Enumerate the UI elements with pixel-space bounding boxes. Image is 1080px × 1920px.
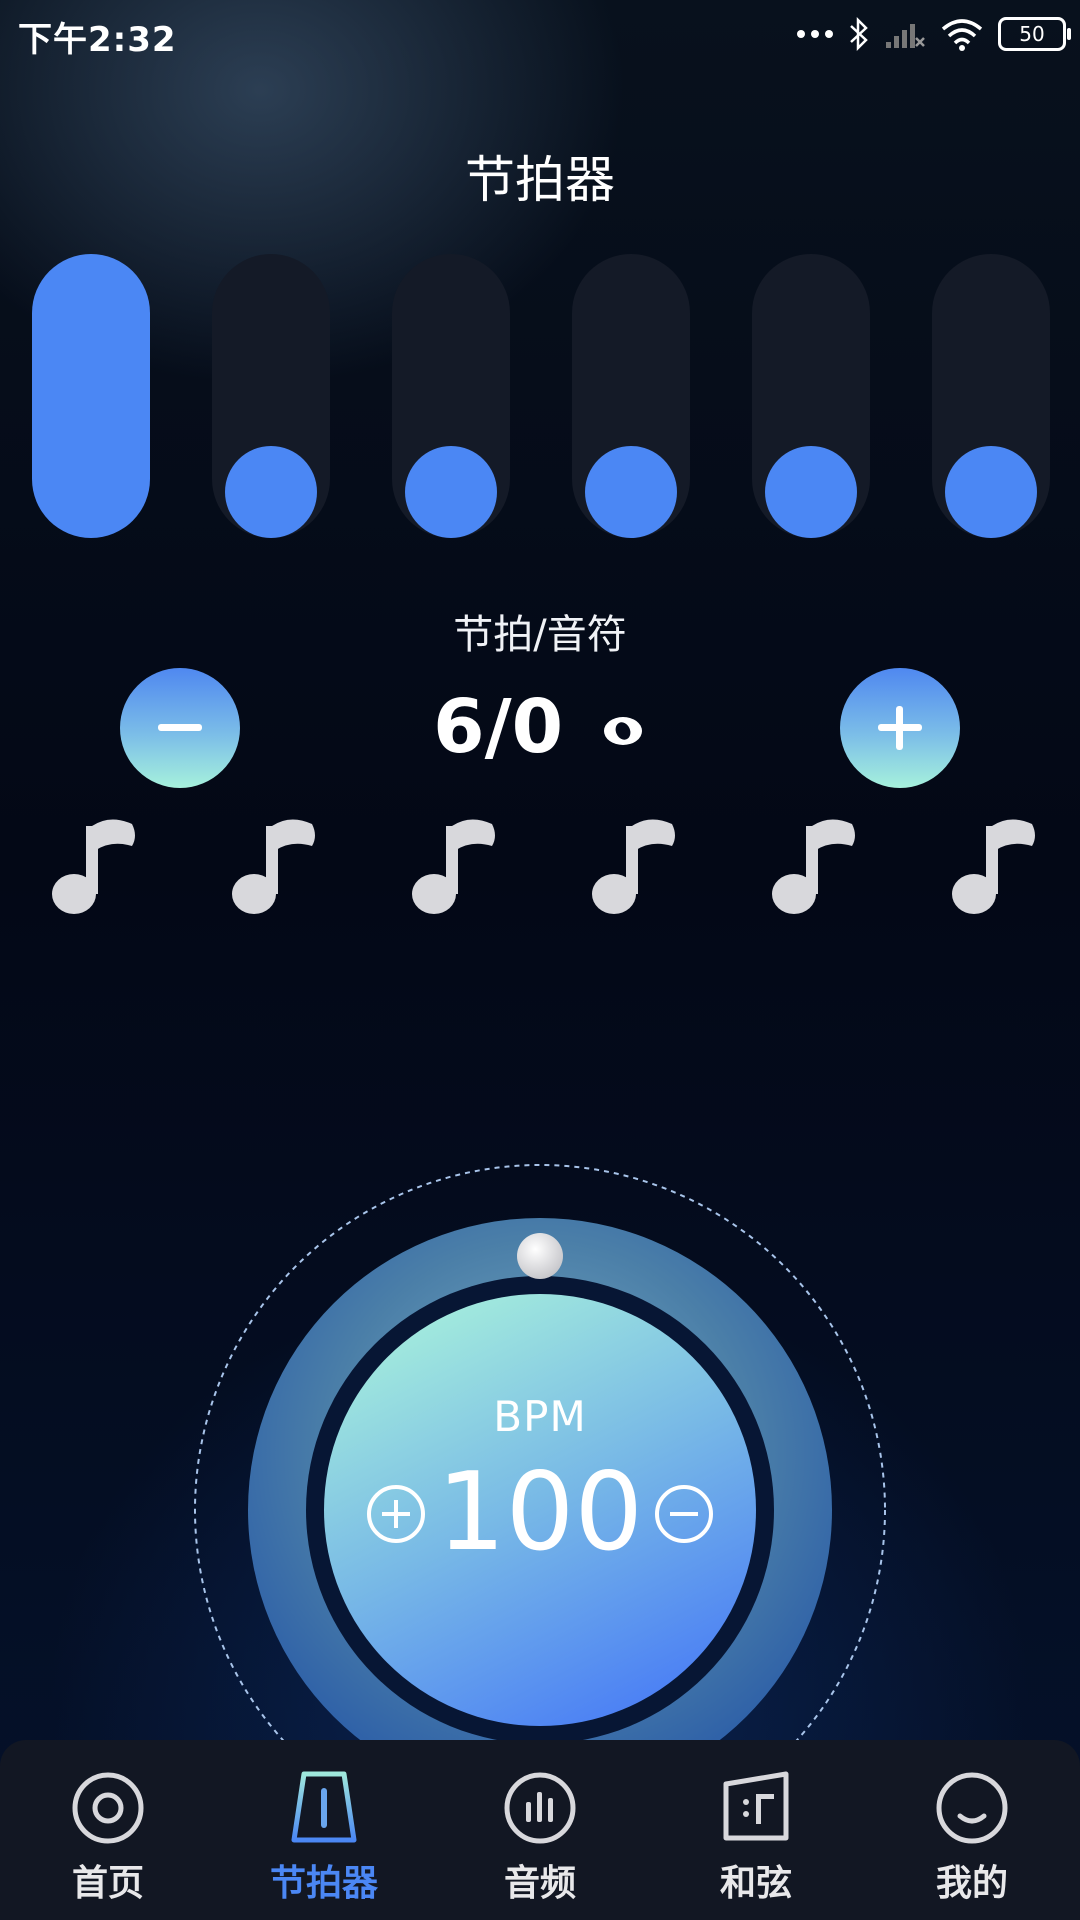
- nav-label-home: 首页: [71, 1863, 144, 1904]
- music-note-icon[interactable]: [590, 812, 680, 918]
- beat-note-label: 节拍/音符: [453, 612, 627, 658]
- music-note-icon[interactable]: [230, 812, 320, 918]
- increase-beats-button[interactable]: [840, 668, 960, 788]
- nav-label-audio: 音频: [503, 1863, 576, 1904]
- music-note-icon[interactable]: [410, 812, 500, 918]
- more-dots-icon: [797, 30, 833, 38]
- wifi-icon: [941, 19, 983, 51]
- beat-level-dot: [585, 446, 677, 538]
- beat-level-dot: [765, 446, 857, 538]
- beat-bar-2[interactable]: [212, 254, 330, 538]
- whole-note-icon: [603, 717, 642, 746]
- nav-item-home[interactable]: 首页: [23, 1770, 193, 1906]
- chord-icon: [723, 1771, 789, 1841]
- nav-item-metronome[interactable]: 节拍器: [239, 1770, 409, 1906]
- beat-bar-4[interactable]: [572, 254, 690, 538]
- beat-level-dot: [405, 446, 497, 538]
- music-note-icon[interactable]: [50, 812, 140, 918]
- nav-item-audio[interactable]: 音频: [455, 1770, 625, 1906]
- profile-smile-icon: [936, 1772, 1008, 1844]
- nav-label-chord: 和弦: [719, 1863, 792, 1904]
- bpm-decrease-button[interactable]: [652, 1482, 716, 1546]
- bpm-value: 100: [436, 1450, 644, 1575]
- page-title: 节拍器: [465, 151, 615, 209]
- dial-knob[interactable]: [517, 1233, 563, 1279]
- nav-item-chord[interactable]: 和弦: [671, 1770, 841, 1906]
- battery-level: 50: [1019, 22, 1045, 46]
- home-target-icon: [72, 1772, 144, 1844]
- beat-level-dot: [225, 446, 317, 538]
- battery-indicator: 50: [998, 17, 1071, 51]
- bpm-increase-button[interactable]: [364, 1482, 428, 1546]
- beat-bar-5[interactable]: [752, 254, 870, 538]
- nav-label-profile: 我的: [935, 1863, 1008, 1904]
- status-time: 下午2:32: [18, 20, 177, 60]
- beat-bar-6[interactable]: [932, 254, 1050, 538]
- bluetooth-icon: [850, 16, 868, 52]
- bpm-label: BPM: [493, 1392, 587, 1441]
- metronome-icon: [291, 1771, 357, 1843]
- music-note-icon[interactable]: [950, 812, 1040, 918]
- cellular-signal-icon: [886, 24, 925, 48]
- nav-label-metronome: 节拍器: [269, 1863, 378, 1904]
- nav-item-profile[interactable]: 我的: [887, 1770, 1057, 1906]
- beat-bar-3[interactable]: [392, 254, 510, 538]
- beat-bar-1[interactable]: [32, 254, 150, 538]
- beat-level-dot: [945, 446, 1037, 538]
- time-signature-value: 6/0: [433, 684, 564, 770]
- music-note-icon[interactable]: [770, 812, 860, 918]
- audio-bars-icon: [504, 1772, 576, 1844]
- status-icons: 50: [796, 14, 1071, 54]
- plus-icon: [840, 668, 960, 788]
